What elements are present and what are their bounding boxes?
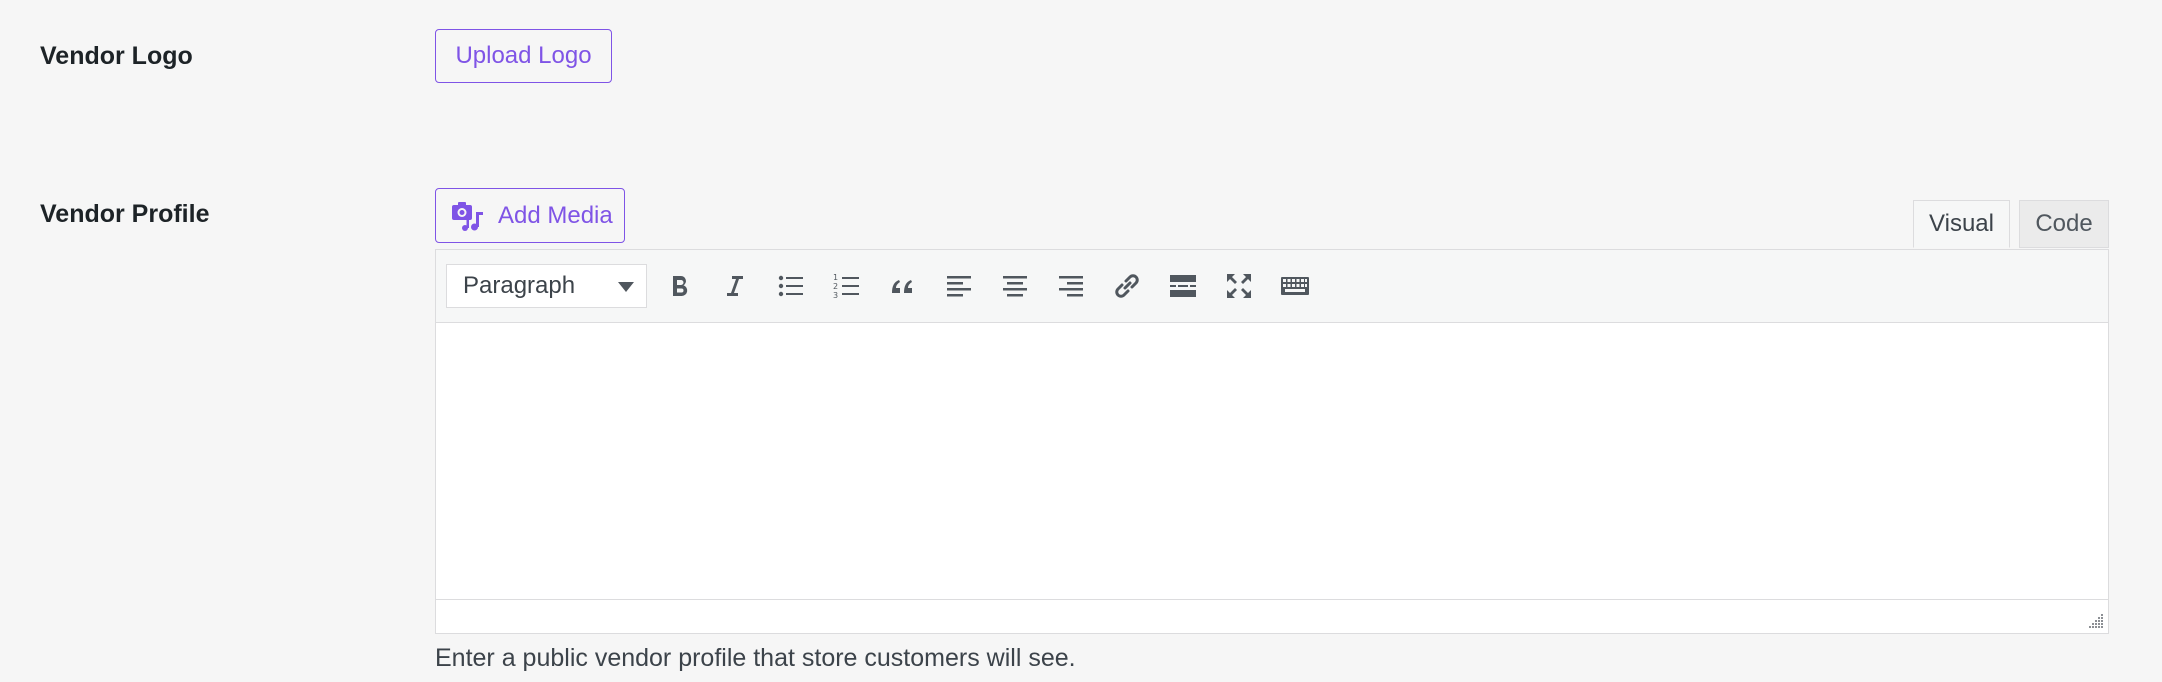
- bullet-list-button[interactable]: [771, 266, 811, 306]
- format-select-value: Paragraph: [463, 272, 576, 299]
- svg-text:3: 3: [833, 291, 838, 300]
- italic-button[interactable]: [715, 266, 755, 306]
- vendor-profile-help-text: Enter a public vendor profile that store…: [435, 644, 1076, 672]
- link-icon: [1115, 274, 1139, 298]
- read-more-button[interactable]: [1163, 266, 1203, 306]
- align-left-icon: [947, 276, 971, 297]
- svg-text:2: 2: [833, 282, 838, 291]
- align-center-icon: [1003, 276, 1027, 297]
- fullscreen-button[interactable]: [1219, 266, 1259, 306]
- blockquote-icon: [892, 280, 912, 293]
- read-more-icon: [1170, 275, 1196, 297]
- numbered-list-button[interactable]: 123: [827, 266, 867, 306]
- toolbar-toggle-button[interactable]: [1275, 266, 1315, 306]
- format-select[interactable]: Paragraph: [446, 264, 647, 308]
- vendor-profile-label: Vendor Profile: [40, 200, 210, 228]
- bold-button[interactable]: [659, 266, 699, 306]
- numbered-list-icon: 123: [833, 273, 859, 300]
- align-right-icon: [1059, 276, 1083, 297]
- fullscreen-icon: [1227, 274, 1251, 298]
- svg-text:1: 1: [833, 273, 838, 282]
- tab-code[interactable]: Code: [2019, 200, 2109, 248]
- add-media-label: Add Media: [498, 201, 613, 229]
- upload-logo-button[interactable]: Upload Logo: [435, 29, 612, 83]
- toolbar-toggle-icon: [1281, 277, 1309, 295]
- chevron-down-icon: [618, 282, 634, 292]
- align-center-button[interactable]: [995, 266, 1035, 306]
- editor-statusbar: [436, 599, 2108, 633]
- rich-text-editor: Paragraph 123: [435, 249, 2109, 634]
- bullet-list-icon: [778, 275, 803, 297]
- align-left-button[interactable]: [939, 266, 979, 306]
- add-media-icon: [450, 200, 484, 232]
- bold-icon: [673, 276, 688, 297]
- tab-visual[interactable]: Visual: [1913, 200, 2010, 248]
- vendor-logo-label: Vendor Logo: [40, 42, 193, 70]
- editor-content-area[interactable]: [436, 323, 2108, 600]
- resize-handle-icon[interactable]: [2086, 611, 2104, 629]
- link-button[interactable]: [1107, 266, 1147, 306]
- editor-toolbar: Paragraph 123: [436, 250, 2108, 323]
- add-media-button[interactable]: Add Media: [435, 188, 625, 243]
- align-right-button[interactable]: [1051, 266, 1091, 306]
- blockquote-button[interactable]: [883, 266, 923, 306]
- italic-icon: [727, 276, 743, 296]
